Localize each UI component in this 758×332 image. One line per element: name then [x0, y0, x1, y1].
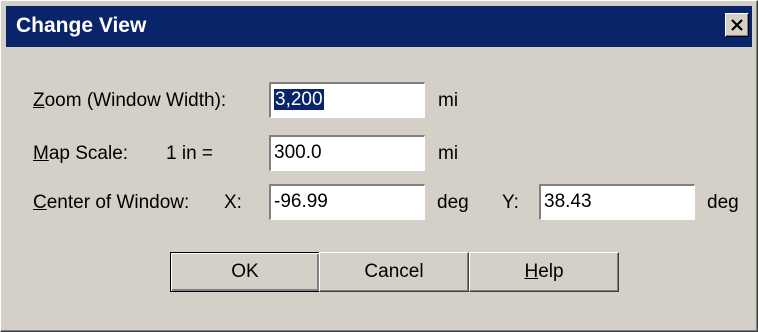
map-scale-value: 300.0: [274, 142, 322, 163]
center-x-value: -96.99: [274, 191, 328, 212]
change-view-dialog: Change View Zoom (Window Width): 3,200 m…: [0, 0, 758, 332]
ok-button[interactable]: OK: [170, 252, 320, 292]
cancel-button[interactable]: Cancel: [319, 252, 469, 292]
center-y-value: 38.43: [544, 191, 592, 212]
zoom-input[interactable]: 3,200: [269, 82, 425, 118]
title-bar[interactable]: Change View: [6, 6, 752, 47]
map-scale-unit: mi: [438, 143, 459, 164]
center-x-unit: deg: [437, 192, 469, 213]
center-label: Center of Window:: [33, 192, 189, 214]
help-button[interactable]: Help: [469, 252, 619, 292]
help-button-label: Help: [524, 261, 563, 283]
zoom-unit: mi: [438, 90, 459, 111]
zoom-label-mnemonic: Z: [33, 90, 45, 111]
center-x-input[interactable]: -96.99: [269, 184, 425, 220]
help-button-text: elp: [538, 261, 564, 282]
map-scale-label-mnemonic: M: [33, 143, 49, 164]
map-scale-label: Map Scale:: [33, 143, 128, 165]
ok-button-label: OK: [231, 261, 259, 282]
center-y-input[interactable]: 38.43: [539, 184, 695, 220]
map-scale-prefix: 1 in =: [166, 143, 214, 164]
center-label-text: enter of Window:: [46, 192, 190, 213]
dialog-title: Change View: [16, 14, 147, 37]
map-scale-label-text: ap Scale:: [48, 143, 129, 164]
cancel-button-label: Cancel: [364, 261, 424, 282]
center-label-mnemonic: C: [33, 192, 47, 213]
center-y-label: Y:: [502, 192, 519, 213]
close-icon: [731, 19, 743, 31]
close-button[interactable]: [725, 13, 749, 37]
help-button-mnemonic: H: [524, 261, 539, 282]
zoom-label-text: oom (Window Width):: [44, 90, 227, 111]
center-x-label: X:: [224, 192, 242, 213]
zoom-value: 3,200: [274, 89, 324, 110]
zoom-label: Zoom (Window Width):: [33, 90, 226, 112]
map-scale-input[interactable]: 300.0: [269, 135, 425, 171]
center-y-unit: deg: [707, 192, 739, 213]
